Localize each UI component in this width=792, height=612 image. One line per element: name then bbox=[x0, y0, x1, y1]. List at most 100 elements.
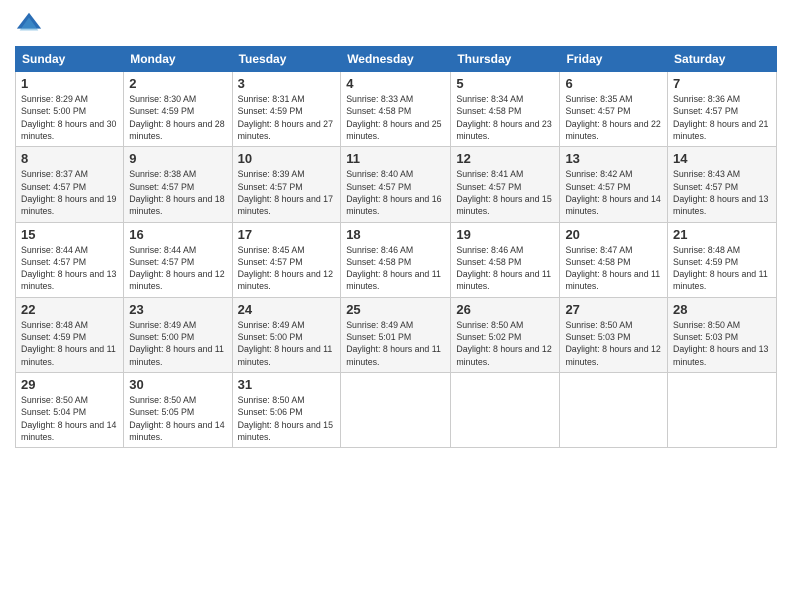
day-number: 20 bbox=[565, 227, 662, 242]
calendar-day-cell: 22 Sunrise: 8:48 AMSunset: 4:59 PMDaylig… bbox=[16, 297, 124, 372]
day-info: Sunrise: 8:36 AMSunset: 4:57 PMDaylight:… bbox=[673, 94, 768, 141]
day-number: 4 bbox=[346, 76, 445, 91]
day-number: 18 bbox=[346, 227, 445, 242]
day-number: 2 bbox=[129, 76, 226, 91]
calendar-day-cell: 13 Sunrise: 8:42 AMSunset: 4:57 PMDaylig… bbox=[560, 147, 668, 222]
calendar-day-cell: 26 Sunrise: 8:50 AMSunset: 5:02 PMDaylig… bbox=[451, 297, 560, 372]
day-number: 16 bbox=[129, 227, 226, 242]
day-info: Sunrise: 8:46 AMSunset: 4:58 PMDaylight:… bbox=[456, 245, 551, 292]
day-number: 29 bbox=[21, 377, 118, 392]
day-number: 7 bbox=[673, 76, 771, 91]
empty-cell bbox=[341, 373, 451, 448]
calendar-week-row: 1 Sunrise: 8:29 AMSunset: 5:00 PMDayligh… bbox=[16, 72, 777, 147]
empty-cell bbox=[668, 373, 777, 448]
calendar-day-cell: 12 Sunrise: 8:41 AMSunset: 4:57 PMDaylig… bbox=[451, 147, 560, 222]
day-number: 1 bbox=[21, 76, 118, 91]
page: SundayMondayTuesdayWednesdayThursdayFrid… bbox=[0, 0, 792, 612]
calendar-day-cell: 27 Sunrise: 8:50 AMSunset: 5:03 PMDaylig… bbox=[560, 297, 668, 372]
day-info: Sunrise: 8:50 AMSunset: 5:03 PMDaylight:… bbox=[565, 320, 660, 367]
day-number: 21 bbox=[673, 227, 771, 242]
calendar-day-cell: 2 Sunrise: 8:30 AMSunset: 4:59 PMDayligh… bbox=[124, 72, 232, 147]
weekday-header-thursday: Thursday bbox=[451, 47, 560, 72]
day-number: 6 bbox=[565, 76, 662, 91]
day-info: Sunrise: 8:31 AMSunset: 4:59 PMDaylight:… bbox=[238, 94, 333, 141]
calendar-day-cell: 5 Sunrise: 8:34 AMSunset: 4:58 PMDayligh… bbox=[451, 72, 560, 147]
calendar-day-cell: 17 Sunrise: 8:45 AMSunset: 4:57 PMDaylig… bbox=[232, 222, 341, 297]
day-info: Sunrise: 8:44 AMSunset: 4:57 PMDaylight:… bbox=[21, 245, 116, 292]
day-number: 8 bbox=[21, 151, 118, 166]
day-info: Sunrise: 8:29 AMSunset: 5:00 PMDaylight:… bbox=[21, 94, 116, 141]
day-number: 27 bbox=[565, 302, 662, 317]
calendar-day-cell: 28 Sunrise: 8:50 AMSunset: 5:03 PMDaylig… bbox=[668, 297, 777, 372]
day-info: Sunrise: 8:33 AMSunset: 4:58 PMDaylight:… bbox=[346, 94, 441, 141]
calendar-day-cell: 31 Sunrise: 8:50 AMSunset: 5:06 PMDaylig… bbox=[232, 373, 341, 448]
calendar-day-cell: 6 Sunrise: 8:35 AMSunset: 4:57 PMDayligh… bbox=[560, 72, 668, 147]
calendar-header-row: SundayMondayTuesdayWednesdayThursdayFrid… bbox=[16, 47, 777, 72]
day-info: Sunrise: 8:42 AMSunset: 4:57 PMDaylight:… bbox=[565, 169, 660, 216]
calendar-day-cell: 15 Sunrise: 8:44 AMSunset: 4:57 PMDaylig… bbox=[16, 222, 124, 297]
day-number: 3 bbox=[238, 76, 336, 91]
calendar-day-cell: 25 Sunrise: 8:49 AMSunset: 5:01 PMDaylig… bbox=[341, 297, 451, 372]
day-info: Sunrise: 8:50 AMSunset: 5:06 PMDaylight:… bbox=[238, 395, 333, 442]
weekday-header-friday: Friday bbox=[560, 47, 668, 72]
calendar-day-cell: 21 Sunrise: 8:48 AMSunset: 4:59 PMDaylig… bbox=[668, 222, 777, 297]
calendar-week-row: 8 Sunrise: 8:37 AMSunset: 4:57 PMDayligh… bbox=[16, 147, 777, 222]
day-number: 14 bbox=[673, 151, 771, 166]
day-info: Sunrise: 8:49 AMSunset: 5:01 PMDaylight:… bbox=[346, 320, 441, 367]
calendar-day-cell: 14 Sunrise: 8:43 AMSunset: 4:57 PMDaylig… bbox=[668, 147, 777, 222]
calendar-day-cell: 23 Sunrise: 8:49 AMSunset: 5:00 PMDaylig… bbox=[124, 297, 232, 372]
day-number: 9 bbox=[129, 151, 226, 166]
calendar-day-cell: 11 Sunrise: 8:40 AMSunset: 4:57 PMDaylig… bbox=[341, 147, 451, 222]
logo bbox=[15, 10, 45, 38]
day-info: Sunrise: 8:46 AMSunset: 4:58 PMDaylight:… bbox=[346, 245, 441, 292]
day-info: Sunrise: 8:43 AMSunset: 4:57 PMDaylight:… bbox=[673, 169, 768, 216]
day-number: 10 bbox=[238, 151, 336, 166]
empty-cell bbox=[560, 373, 668, 448]
day-info: Sunrise: 8:44 AMSunset: 4:57 PMDaylight:… bbox=[129, 245, 224, 292]
empty-cell bbox=[451, 373, 560, 448]
day-info: Sunrise: 8:48 AMSunset: 4:59 PMDaylight:… bbox=[673, 245, 768, 292]
day-info: Sunrise: 8:49 AMSunset: 5:00 PMDaylight:… bbox=[129, 320, 224, 367]
calendar-day-cell: 29 Sunrise: 8:50 AMSunset: 5:04 PMDaylig… bbox=[16, 373, 124, 448]
day-number: 12 bbox=[456, 151, 554, 166]
day-info: Sunrise: 8:38 AMSunset: 4:57 PMDaylight:… bbox=[129, 169, 224, 216]
weekday-header-monday: Monday bbox=[124, 47, 232, 72]
calendar-day-cell: 9 Sunrise: 8:38 AMSunset: 4:57 PMDayligh… bbox=[124, 147, 232, 222]
day-info: Sunrise: 8:39 AMSunset: 4:57 PMDaylight:… bbox=[238, 169, 333, 216]
calendar-day-cell: 7 Sunrise: 8:36 AMSunset: 4:57 PMDayligh… bbox=[668, 72, 777, 147]
calendar-day-cell: 16 Sunrise: 8:44 AMSunset: 4:57 PMDaylig… bbox=[124, 222, 232, 297]
day-info: Sunrise: 8:47 AMSunset: 4:58 PMDaylight:… bbox=[565, 245, 660, 292]
calendar-week-row: 22 Sunrise: 8:48 AMSunset: 4:59 PMDaylig… bbox=[16, 297, 777, 372]
day-number: 15 bbox=[21, 227, 118, 242]
day-number: 24 bbox=[238, 302, 336, 317]
day-info: Sunrise: 8:34 AMSunset: 4:58 PMDaylight:… bbox=[456, 94, 551, 141]
day-info: Sunrise: 8:50 AMSunset: 5:03 PMDaylight:… bbox=[673, 320, 768, 367]
calendar-day-cell: 1 Sunrise: 8:29 AMSunset: 5:00 PMDayligh… bbox=[16, 72, 124, 147]
header bbox=[15, 10, 777, 38]
day-info: Sunrise: 8:49 AMSunset: 5:00 PMDaylight:… bbox=[238, 320, 333, 367]
day-info: Sunrise: 8:50 AMSunset: 5:05 PMDaylight:… bbox=[129, 395, 224, 442]
day-number: 22 bbox=[21, 302, 118, 317]
day-info: Sunrise: 8:50 AMSunset: 5:04 PMDaylight:… bbox=[21, 395, 116, 442]
calendar-day-cell: 24 Sunrise: 8:49 AMSunset: 5:00 PMDaylig… bbox=[232, 297, 341, 372]
weekday-header-saturday: Saturday bbox=[668, 47, 777, 72]
day-info: Sunrise: 8:30 AMSunset: 4:59 PMDaylight:… bbox=[129, 94, 224, 141]
day-number: 28 bbox=[673, 302, 771, 317]
day-info: Sunrise: 8:40 AMSunset: 4:57 PMDaylight:… bbox=[346, 169, 441, 216]
weekday-header-sunday: Sunday bbox=[16, 47, 124, 72]
day-number: 11 bbox=[346, 151, 445, 166]
weekday-header-wednesday: Wednesday bbox=[341, 47, 451, 72]
day-info: Sunrise: 8:48 AMSunset: 4:59 PMDaylight:… bbox=[21, 320, 116, 367]
logo-icon bbox=[15, 10, 43, 38]
calendar-day-cell: 19 Sunrise: 8:46 AMSunset: 4:58 PMDaylig… bbox=[451, 222, 560, 297]
day-number: 17 bbox=[238, 227, 336, 242]
calendar-week-row: 29 Sunrise: 8:50 AMSunset: 5:04 PMDaylig… bbox=[16, 373, 777, 448]
calendar-day-cell: 30 Sunrise: 8:50 AMSunset: 5:05 PMDaylig… bbox=[124, 373, 232, 448]
day-number: 13 bbox=[565, 151, 662, 166]
day-number: 23 bbox=[129, 302, 226, 317]
day-info: Sunrise: 8:35 AMSunset: 4:57 PMDaylight:… bbox=[565, 94, 660, 141]
day-info: Sunrise: 8:41 AMSunset: 4:57 PMDaylight:… bbox=[456, 169, 551, 216]
calendar-day-cell: 8 Sunrise: 8:37 AMSunset: 4:57 PMDayligh… bbox=[16, 147, 124, 222]
calendar-table: SundayMondayTuesdayWednesdayThursdayFrid… bbox=[15, 46, 777, 448]
calendar-day-cell: 20 Sunrise: 8:47 AMSunset: 4:58 PMDaylig… bbox=[560, 222, 668, 297]
